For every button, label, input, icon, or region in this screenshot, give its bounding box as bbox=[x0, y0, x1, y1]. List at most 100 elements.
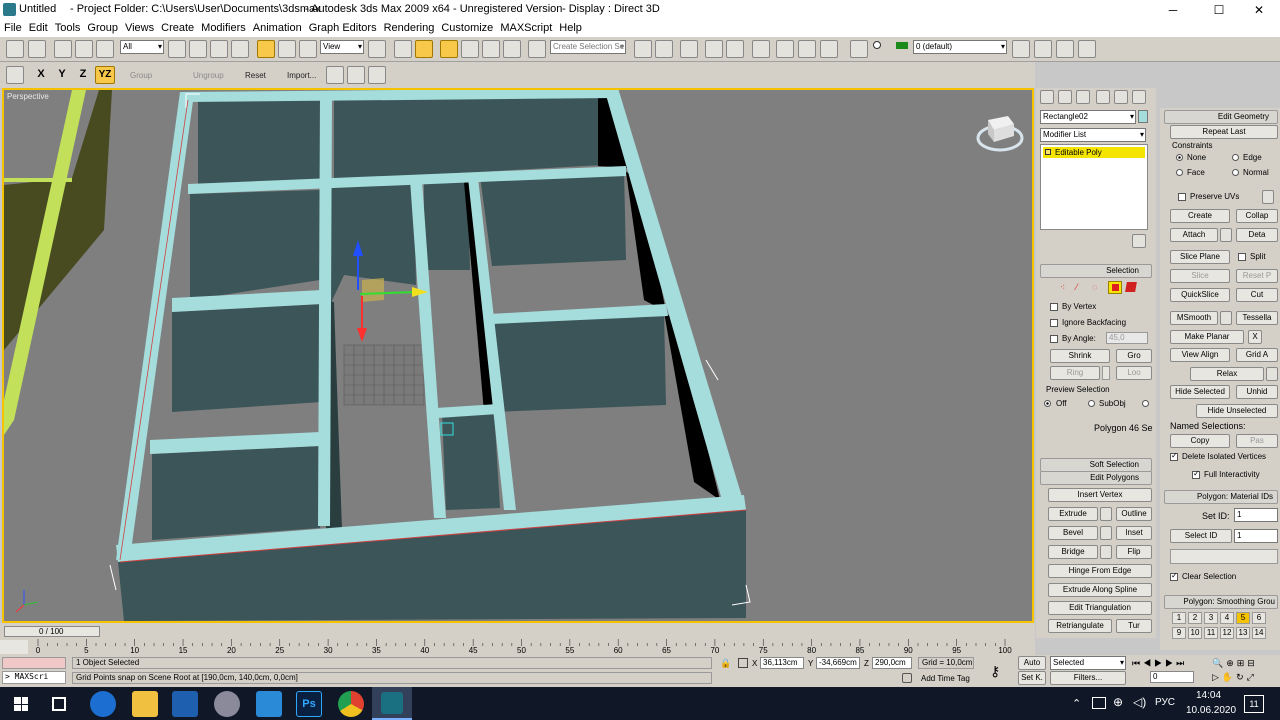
smoothing-group-2-button[interactable]: 2 bbox=[1188, 612, 1202, 624]
polygon-icon[interactable] bbox=[1108, 281, 1122, 294]
flip-button[interactable]: Flip bbox=[1116, 545, 1152, 559]
material-editor-icon[interactable] bbox=[776, 40, 794, 58]
current-frame-input[interactable]: 0 bbox=[1150, 671, 1194, 683]
selection-rollout-header[interactable]: Selection bbox=[1040, 264, 1152, 278]
smoothing-group-13-button[interactable]: 13 bbox=[1236, 627, 1250, 639]
material-ids-rollout-header[interactable]: Polygon: Material IDs bbox=[1164, 490, 1278, 504]
pin-stack-icon[interactable] bbox=[1042, 234, 1056, 248]
menu-rendering[interactable]: Rendering bbox=[380, 20, 438, 34]
relax-settings-icon[interactable] bbox=[1266, 367, 1278, 381]
unhide-all-button[interactable]: Unhid bbox=[1236, 385, 1278, 399]
layer-select-icon[interactable] bbox=[1056, 40, 1074, 58]
select-id-spinner[interactable]: 1 bbox=[1234, 529, 1278, 543]
angle-spinner[interactable]: 45,0 bbox=[1106, 332, 1148, 344]
battery-icon[interactable] bbox=[1092, 697, 1106, 709]
time-tag-icon[interactable] bbox=[902, 673, 912, 683]
preview-multi-radio[interactable] bbox=[1142, 400, 1149, 407]
keyboard-shortcut-icon[interactable] bbox=[415, 40, 433, 58]
menu-modifiers[interactable]: Modifiers bbox=[197, 20, 249, 34]
align-icon[interactable] bbox=[655, 40, 673, 58]
clock-time[interactable]: 14:04 bbox=[1196, 690, 1221, 701]
reference-coord-dropdown[interactable]: View bbox=[320, 40, 364, 54]
spinner-snap-icon[interactable] bbox=[503, 40, 521, 58]
menu-animation[interactable]: Animation bbox=[249, 20, 305, 34]
delete-isolated-checkbox[interactable] bbox=[1170, 451, 1178, 461]
scale-icon[interactable] bbox=[299, 40, 317, 58]
extrude-along-spline-button[interactable]: Extrude Along Spline bbox=[1048, 583, 1152, 597]
axis-yz-button[interactable]: YZ bbox=[95, 66, 115, 84]
modify-tab-icon[interactable] bbox=[1058, 90, 1072, 104]
shrink-button[interactable]: Shrink bbox=[1050, 349, 1110, 363]
key-filter-dropdown[interactable]: Selected bbox=[1050, 656, 1126, 670]
unlink-icon[interactable] bbox=[75, 40, 93, 58]
menu-create[interactable]: Create bbox=[157, 20, 197, 34]
menu-views[interactable]: Views bbox=[121, 20, 157, 34]
selection-filter-dropdown[interactable]: All bbox=[120, 40, 164, 54]
eye-icon[interactable] bbox=[873, 41, 881, 49]
select-by-name-icon[interactable] bbox=[189, 40, 207, 58]
preview-off-radio[interactable] bbox=[1044, 400, 1051, 407]
ring-button[interactable]: Ring bbox=[1050, 366, 1100, 380]
make-planar-x-button[interactable]: X bbox=[1248, 330, 1262, 344]
constraint-normal-radio[interactable] bbox=[1232, 169, 1239, 176]
graphite-icon[interactable] bbox=[705, 40, 723, 58]
smoothing-group-11-button[interactable]: 11 bbox=[1204, 627, 1218, 639]
set-id-spinner[interactable]: 1 bbox=[1234, 508, 1278, 522]
preview-subobj-radio[interactable] bbox=[1088, 400, 1095, 407]
turn-button[interactable]: Tur bbox=[1116, 619, 1152, 633]
paste-button[interactable]: Pas bbox=[1236, 434, 1278, 448]
preserve-uvs-settings-icon[interactable] bbox=[1262, 190, 1274, 204]
view-align-button[interactable]: View Align bbox=[1170, 348, 1230, 362]
window-crossing-icon[interactable] bbox=[231, 40, 249, 58]
curve-editor-icon[interactable] bbox=[726, 40, 744, 58]
msmooth-button[interactable]: MSmooth bbox=[1170, 311, 1218, 325]
frame-ruler[interactable]: 0 5 10 15 20 25 30 35 40 45 50 55 60 65 70 75 80 85 90 95 10… bbox=[30, 639, 1035, 654]
track-bar-toggle-icon[interactable] bbox=[0, 640, 28, 654]
pivot-center-icon[interactable] bbox=[368, 40, 386, 58]
add-time-tag-button[interactable]: Add Time Tag bbox=[921, 674, 970, 683]
playback-controls[interactable]: ⏮◀▶▶⏭ bbox=[1132, 658, 1187, 669]
reset-button[interactable]: Reset bbox=[245, 71, 266, 80]
soft-selection-rollout-header[interactable]: Soft Selection bbox=[1040, 458, 1152, 472]
smoothing-group-9-button[interactable]: 9 bbox=[1172, 627, 1186, 639]
ignore-backfacing-checkbox[interactable] bbox=[1050, 319, 1058, 327]
viewport-navigation-icons[interactable]: 🔍⊕⊞⊟ bbox=[1212, 658, 1258, 669]
axis-constraint-icon[interactable] bbox=[6, 66, 24, 84]
constraint-none-radio[interactable] bbox=[1176, 154, 1183, 161]
menu-group[interactable]: Group bbox=[83, 20, 121, 34]
view-cube[interactable] bbox=[976, 116, 1024, 152]
make-planar-button[interactable]: Make Planar bbox=[1170, 330, 1244, 344]
photoshop-icon[interactable]: Ps bbox=[296, 691, 322, 717]
z-coord-input[interactable]: 290,0cm bbox=[872, 657, 912, 669]
menu-edit[interactable]: Edit bbox=[25, 20, 51, 34]
lock-icon[interactable]: 🔒 bbox=[720, 658, 731, 668]
angle-snap-icon[interactable] bbox=[461, 40, 479, 58]
menu-tools[interactable]: Tools bbox=[51, 20, 84, 34]
tray-overflow-icon[interactable]: ⌃ bbox=[1072, 697, 1081, 710]
volume-icon[interactable]: ◁) bbox=[1133, 695, 1146, 709]
render-icon[interactable] bbox=[820, 40, 838, 58]
3dsmax-task-active[interactable] bbox=[372, 687, 412, 720]
time-slider[interactable]: 0 / 100 bbox=[4, 626, 100, 637]
undo-icon[interactable] bbox=[6, 40, 24, 58]
layer-new-icon[interactable] bbox=[1012, 40, 1030, 58]
move-icon[interactable] bbox=[257, 40, 275, 58]
slice-button[interactable]: Slice bbox=[1170, 269, 1230, 283]
hinge-from-edge-button[interactable]: Hinge From Edge bbox=[1048, 564, 1152, 578]
schematic-view-icon[interactable] bbox=[752, 40, 770, 58]
attach-button[interactable]: Attach bbox=[1170, 228, 1218, 242]
msmooth-settings-icon[interactable] bbox=[1220, 311, 1232, 325]
configure-sets-icon[interactable] bbox=[1132, 234, 1146, 248]
x-coord-input[interactable]: 36,113cm bbox=[760, 657, 804, 669]
tool-icon[interactable] bbox=[368, 66, 386, 84]
preserve-uvs-checkbox[interactable] bbox=[1178, 193, 1186, 201]
expand-icon[interactable] bbox=[1045, 149, 1051, 155]
modifier-list-dropdown[interactable]: Modifier List bbox=[1040, 128, 1146, 142]
notification-center-icon[interactable]: 11 bbox=[1244, 695, 1264, 713]
hide-selected-button[interactable]: Hide Selected bbox=[1170, 385, 1230, 399]
split-checkbox[interactable] bbox=[1238, 253, 1246, 261]
render-setup-icon[interactable] bbox=[798, 40, 816, 58]
named-selection-set-input[interactable]: Create Selection Se bbox=[550, 40, 626, 54]
layer-highlight-icon[interactable] bbox=[1078, 40, 1096, 58]
start-icon[interactable] bbox=[14, 697, 28, 711]
